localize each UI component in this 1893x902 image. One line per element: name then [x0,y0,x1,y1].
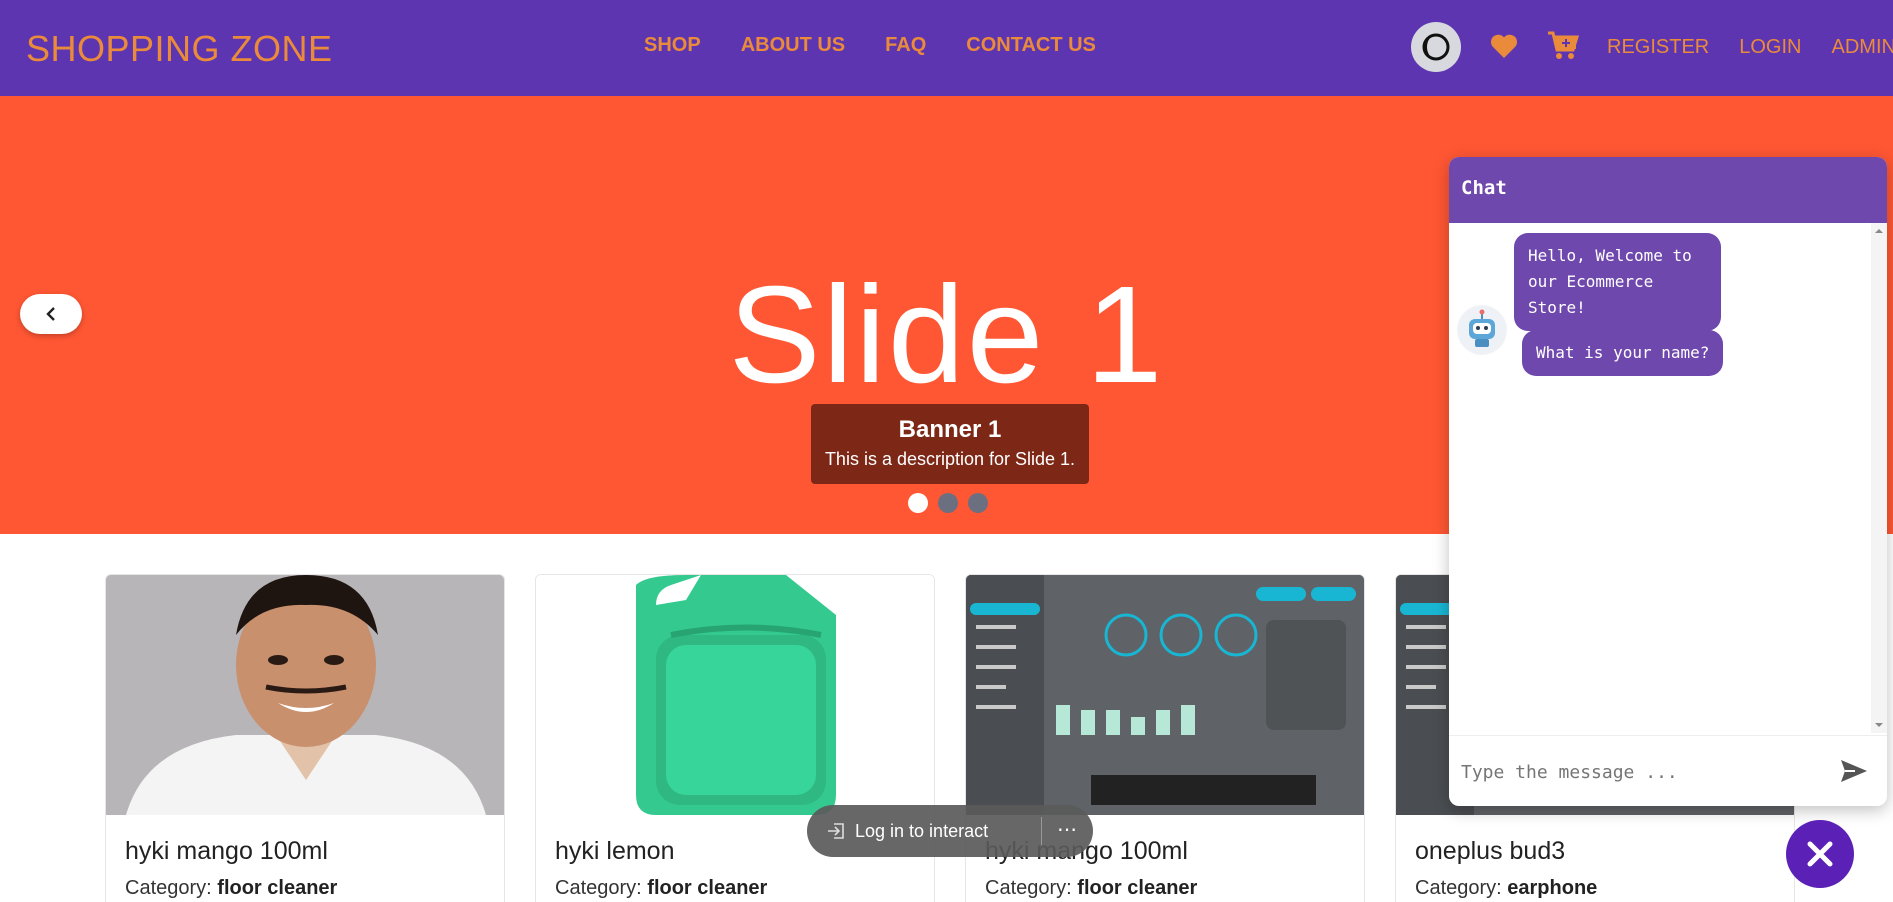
send-icon[interactable] [1839,758,1869,784]
category-value: floor cleaner [647,877,768,899]
chat-widget: Chat Hello, Welcome to our Ecommerce Sto… [1449,157,1887,806]
bot-avatar [1457,305,1507,355]
category-value: floor cleaner [217,877,338,899]
product-name[interactable]: oneplus bud3 [1415,837,1565,866]
product-category: Category: floor cleaner [125,877,337,900]
pill-divider [1041,817,1042,845]
product-card[interactable]: hyki mango 100ml Category: floor cleaner [105,574,505,902]
heart-icon[interactable] [1490,33,1518,59]
chat-input-row [1449,735,1887,806]
cart-icon[interactable] [1547,30,1579,60]
product-image [106,575,504,815]
register-link[interactable]: REGISTER [1607,36,1709,59]
carousel-dot-2[interactable] [938,493,958,513]
login-link[interactable]: LOGIN [1739,36,1801,59]
chat-header: Chat [1449,157,1887,223]
category-value: earphone [1507,877,1598,899]
chevron-left-icon [46,307,55,321]
product-name[interactable]: hyki mango 100ml [125,837,328,866]
category-label: Category: [1415,877,1502,899]
slide-caption: Banner 1 This is a description for Slide… [811,404,1089,484]
category-label: Category: [555,877,642,899]
chat-message-input[interactable] [1461,754,1821,790]
product-category: Category: earphone [1415,877,1597,900]
product-image [536,575,934,815]
chat-message-bot: Hello, Welcome to our Ecommerce Store! [1514,233,1721,331]
carousel-dot-1[interactable] [908,493,928,513]
main-nav: SHOP ABOUT US FAQ CONTACT US [644,34,1096,57]
green-bottle [536,575,934,815]
nav-faq[interactable]: FAQ [885,34,926,57]
login-pill-label: Log in to interact [855,820,989,841]
chat-scrollbar[interactable] [1871,223,1887,733]
category-value: floor cleaner [1077,877,1198,899]
nav-about-us[interactable]: ABOUT US [741,34,845,57]
moon-icon [1422,33,1450,61]
admin-link[interactable]: ADMIN [1832,36,1893,59]
category-label: Category: [125,877,212,899]
product-category: Category: floor cleaner [555,877,767,900]
chat-close-button[interactable] [1786,820,1854,888]
caption-description: This is a description for Slide 1. [824,449,1076,469]
carousel-indicators [908,493,988,513]
person-photo [106,575,504,815]
nav-contact-us[interactable]: CONTACT US [966,34,1096,57]
product-name[interactable]: hyki lemon [555,837,675,866]
carousel-dot-3[interactable] [968,493,988,513]
robot-icon [1458,306,1506,354]
carousel-prev-button[interactable] [20,294,82,334]
chat-message-bot: What is your name? [1522,330,1724,376]
theme-toggle-button[interactable] [1411,22,1461,72]
product-image [966,575,1364,815]
nav-shop[interactable]: SHOP [644,34,701,57]
chat-messages[interactable]: Hello, Welcome to our Ecommerce Store! W… [1449,223,1887,733]
category-label: Category: [985,877,1072,899]
typing-test-screenshot [966,575,1364,815]
scroll-arrows-icon [1875,229,1883,727]
caption-title: Banner 1 [898,416,1002,443]
product-category: Category: floor cleaner [985,877,1197,900]
more-options-icon[interactable]: ⋯ [1057,817,1078,842]
account-nav: REGISTER LOGIN ADMIN [1607,36,1893,59]
brand-logo[interactable]: SHOPPING ZONE [26,28,333,70]
navbar: SHOPPING ZONE SHOP ABOUT US FAQ CONTACT … [0,0,1893,96]
close-icon [1807,841,1833,867]
login-icon [828,823,844,839]
login-to-interact-pill[interactable]: Log in to interact ⋯ [807,805,1093,857]
